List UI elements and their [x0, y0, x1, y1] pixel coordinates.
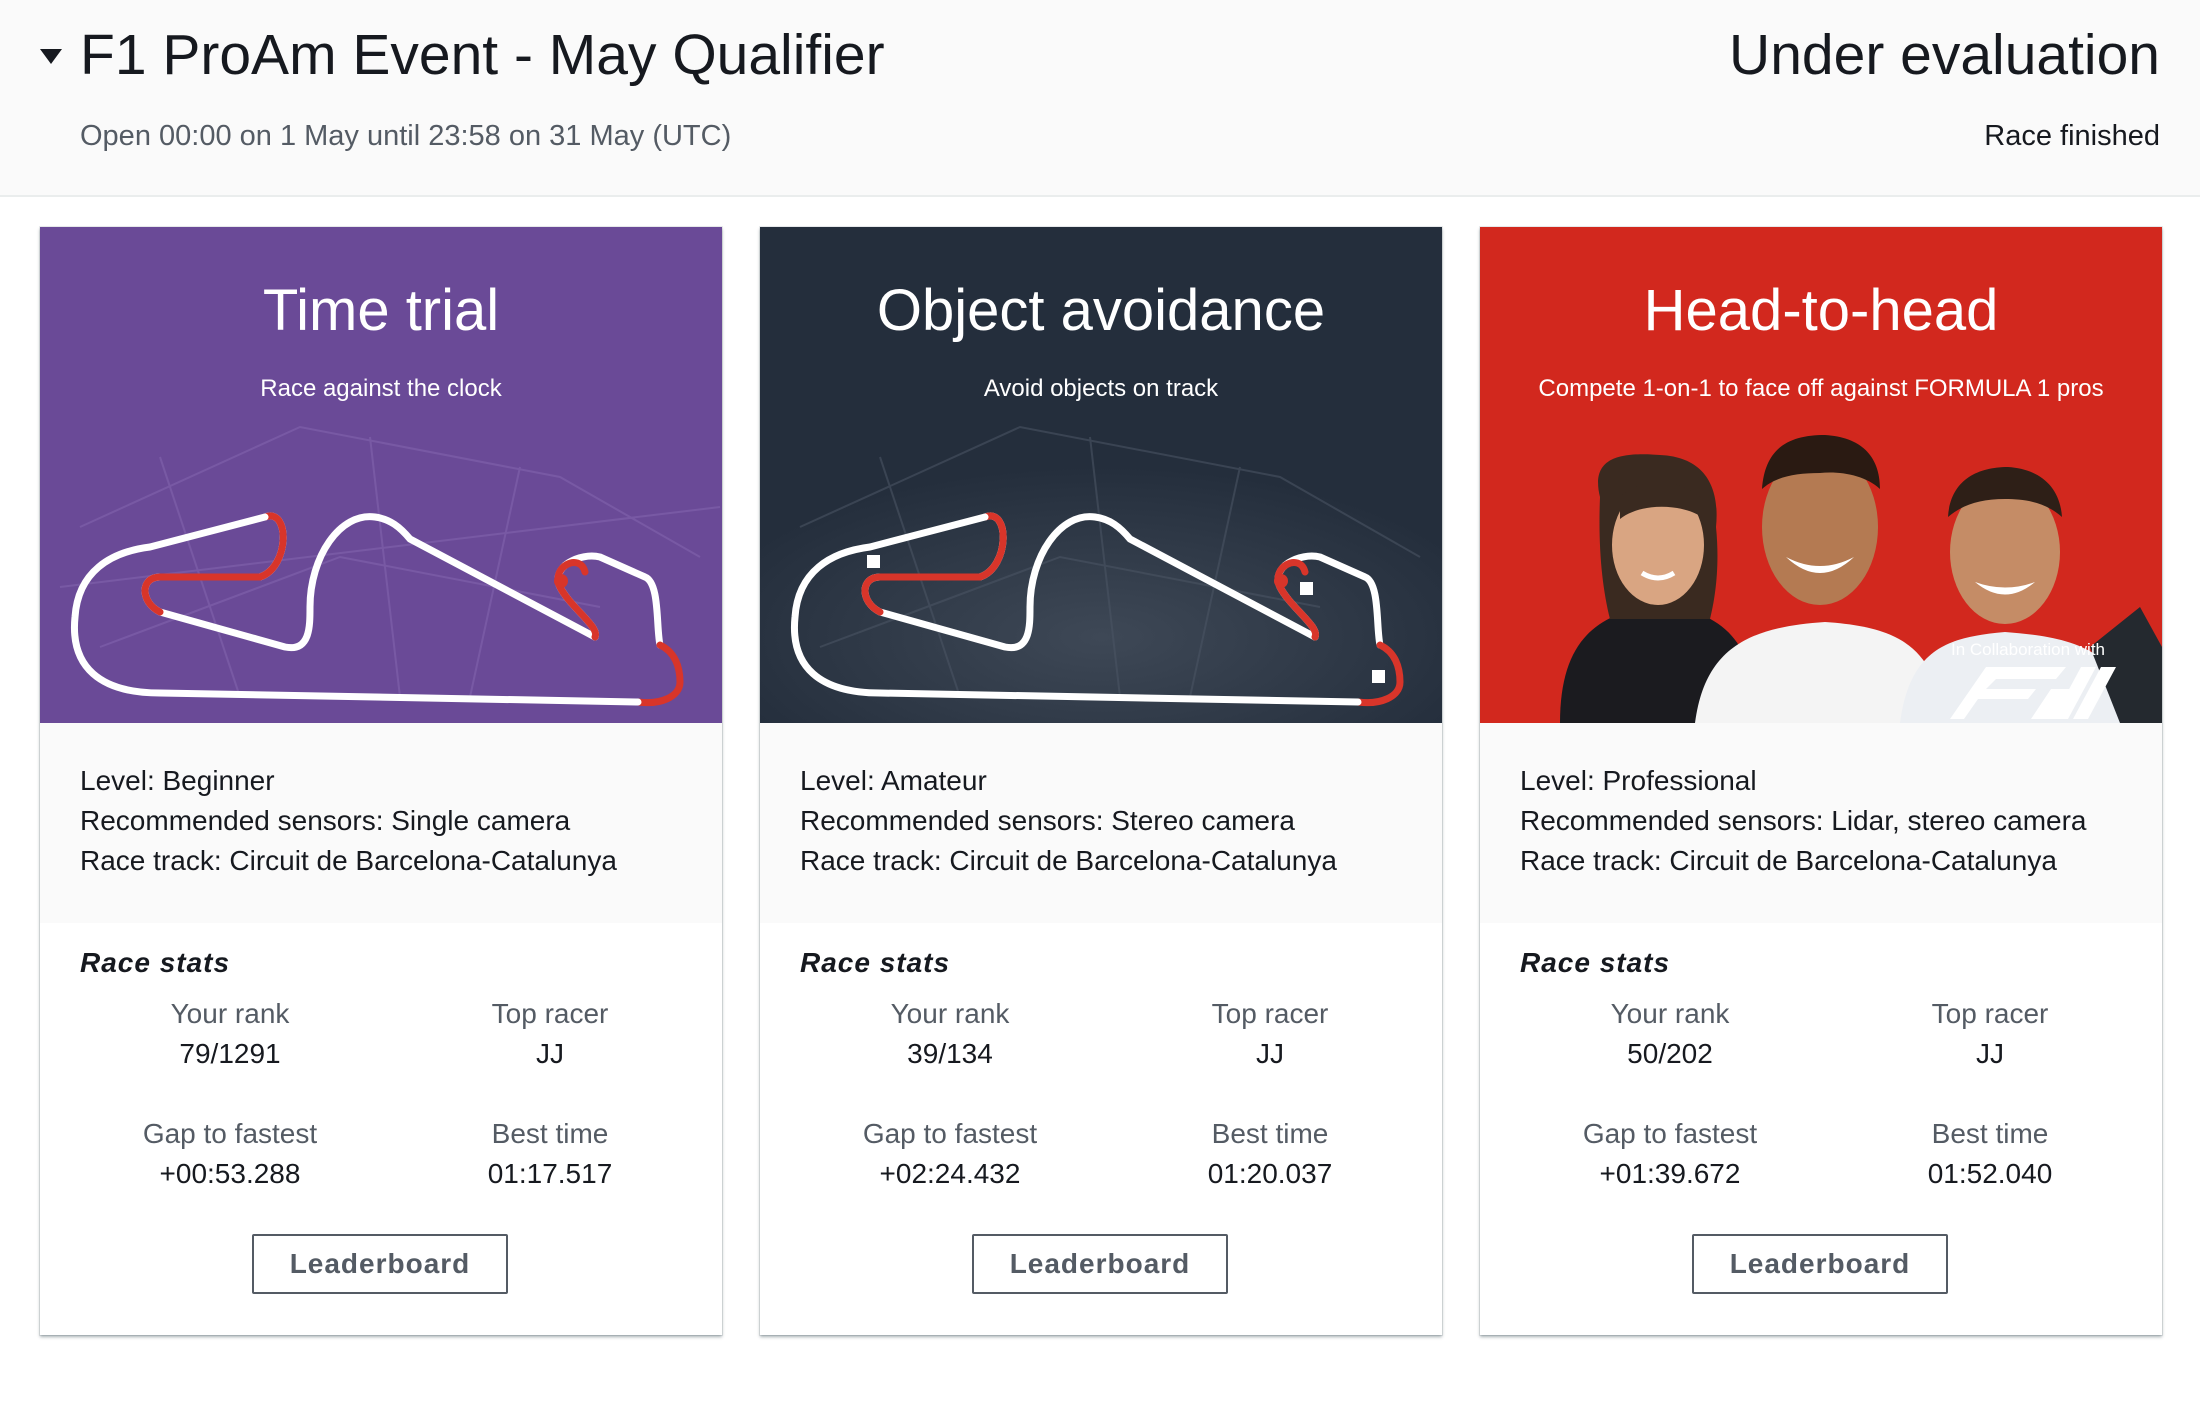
- card-info: Level: Professional Recommended sensors:…: [1480, 723, 2162, 923]
- card-info: Level: Beginner Recommended sensors: Sin…: [40, 723, 722, 923]
- stat-label: Top racer: [1931, 998, 2049, 1029]
- card-title: Time trial: [262, 278, 500, 343]
- stat-label: Gap to fastest: [862, 1118, 1038, 1149]
- stat-label: Your rank: [170, 998, 290, 1029]
- stat-value: JJ: [536, 1038, 564, 1069]
- card-subtitle: Race against the clock: [260, 375, 502, 402]
- card-title: Head-to-head: [1643, 278, 1999, 343]
- level-text: Level: Amateur: [800, 765, 987, 796]
- card-subtitle: Compete 1-on-1 to face off against FORMU…: [1538, 375, 2104, 402]
- leaderboard-button[interactable]: Leaderboard: [252, 1234, 508, 1294]
- driver-photo-center: [1695, 435, 1945, 723]
- stat-your-rank: Your rank 39/134: [800, 994, 1100, 1074]
- level-text: Level: Professional: [1520, 765, 1757, 796]
- race-status: Race finished: [1984, 120, 2160, 152]
- sensors-text: Recommended sensors: Lidar, stereo camer…: [1520, 805, 2087, 836]
- stat-label: Your rank: [1610, 998, 1730, 1029]
- stat-your-rank: Your rank 79/1291: [80, 994, 380, 1074]
- card-info: Level: Amateur Recommended sensors: Ster…: [760, 723, 1442, 923]
- stat-gap-to-fastest: Gap to fastest +01:39.672: [1520, 1114, 1820, 1194]
- event-window: Open 00:00 on 1 May until 23:58 on 31 Ma…: [80, 120, 732, 152]
- race-card-head-to-head: In Collaboration with Head-to-head Compe…: [1480, 227, 2162, 1335]
- stat-label: Best time: [1211, 1118, 1329, 1149]
- stat-top-racer: Top racer JJ: [1120, 994, 1420, 1074]
- stat-value: +02:24.432: [879, 1158, 1021, 1189]
- race-stats-title: Race stats: [800, 947, 951, 978]
- stat-value: 01:52.040: [1927, 1158, 2053, 1189]
- card-subtitle: Avoid objects on track: [983, 375, 1219, 402]
- stat-label: Best time: [1931, 1118, 2049, 1149]
- stat-label: Top racer: [491, 998, 609, 1029]
- event-header: F1 ProAm Event - May Qualifier Open 00:0…: [0, 0, 2200, 197]
- stat-top-racer: Top racer JJ: [400, 994, 700, 1074]
- race-stats-title: Race stats: [80, 947, 231, 978]
- stat-value: 39/134: [907, 1038, 993, 1069]
- stat-value: +00:53.288: [159, 1158, 301, 1189]
- event-status: Under evaluation: [1729, 23, 2160, 87]
- level-text: Level: Beginner: [80, 765, 275, 796]
- stat-value: 79/1291: [179, 1038, 281, 1069]
- collab-text: In Collaboration with: [1951, 640, 2105, 659]
- stat-best-time: Best time 01:52.040: [1840, 1114, 2140, 1194]
- track-text: Race track: Circuit de Barcelona-Catalun…: [80, 845, 617, 876]
- card-banner: Object avoidance Avoid objects on track: [760, 227, 1442, 723]
- race-card-time-trial: Time trial Race against the clock Level:…: [40, 227, 722, 1335]
- stat-value: +01:39.672: [1599, 1158, 1741, 1189]
- sensors-text: Recommended sensors: Single camera: [80, 805, 571, 836]
- stat-value: 50/202: [1627, 1038, 1713, 1069]
- stat-top-racer: Top racer JJ: [1840, 994, 2140, 1074]
- event-title: F1 ProAm Event - May Qualifier: [80, 23, 885, 87]
- stat-label: Gap to fastest: [142, 1118, 318, 1149]
- stat-gap-to-fastest: Gap to fastest +02:24.432: [800, 1114, 1100, 1194]
- race-card-object-avoidance: Object avoidance Avoid objects on track …: [760, 227, 1442, 1335]
- stat-value: 01:17.517: [487, 1158, 613, 1189]
- stat-value: JJ: [1256, 1038, 1284, 1069]
- stat-label: Your rank: [890, 998, 1010, 1029]
- race-stats-title: Race stats: [1520, 947, 1671, 978]
- leaderboard-button[interactable]: Leaderboard: [972, 1234, 1228, 1294]
- collapse-caret-icon[interactable]: [40, 49, 62, 64]
- stat-value: 01:20.037: [1207, 1158, 1333, 1189]
- stat-best-time: Best time 01:17.517: [400, 1114, 700, 1194]
- stat-gap-to-fastest: Gap to fastest +00:53.288: [80, 1114, 380, 1194]
- stat-value: JJ: [1976, 1038, 2004, 1069]
- leaderboard-button[interactable]: Leaderboard: [1692, 1234, 1948, 1294]
- card-title: Object avoidance: [876, 278, 1326, 343]
- track-text: Race track: Circuit de Barcelona-Catalun…: [1520, 845, 2057, 876]
- card-banner: Time trial Race against the clock: [40, 227, 722, 723]
- driver-photo-right: [1900, 467, 2162, 723]
- stat-label: Top racer: [1211, 998, 1329, 1029]
- stat-label: Gap to fastest: [1582, 1118, 1758, 1149]
- sensors-text: Recommended sensors: Stereo camera: [800, 805, 1295, 836]
- card-banner: In Collaboration with Head-to-head Compe…: [1480, 227, 2162, 723]
- stat-label: Best time: [491, 1118, 609, 1149]
- stat-best-time: Best time 01:20.037: [1120, 1114, 1420, 1194]
- track-text: Race track: Circuit de Barcelona-Catalun…: [800, 845, 1337, 876]
- stat-your-rank: Your rank 50/202: [1520, 994, 1820, 1074]
